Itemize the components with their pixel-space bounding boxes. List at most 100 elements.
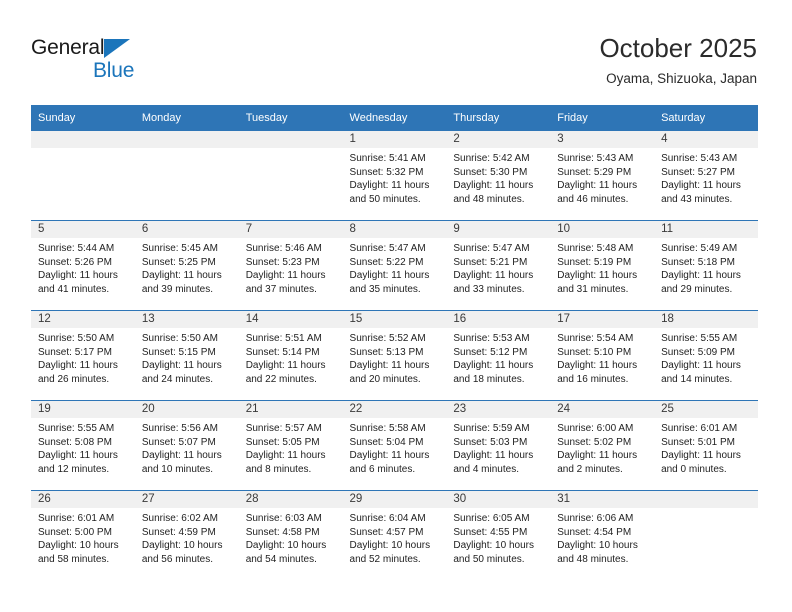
calendar-day-cell[interactable]: 12 Sunrise: 5:50 AM Sunset: 5:17 PM Dayligh… [31,310,135,401]
day-number: 1 [342,131,447,148]
calendar-day-cell-inner [238,131,343,220]
calendar-day-cell-inner: 14 Sunrise: 5:51 AM Sunset: 5:14 PM Dayligh… [238,311,343,400]
daylight-duration-line1: Daylight: 11 hours [453,450,534,462]
daylight-duration-line1: Daylight: 11 hours [661,180,741,192]
calendar-day-cell[interactable]: 3 Sunrise: 5:43 AM Sunset: 5:29 PM Daylight… [550,130,655,221]
sunrise-time: Sunrise: 5:56 AM [141,423,218,434]
calendar-day-cell[interactable]: 27 Sunrise: 6:02 AM Sunset: 4:59 PM Dayligh… [134,490,239,580]
daylight-duration-line1: Daylight: 11 hours [141,450,222,462]
sunset-time: Sunset: 5:13 PM [349,346,424,358]
calendar-week-row: 26 Sunrise: 6:01 AM Sunset: 5:00 PM Dayligh… [31,490,758,580]
calendar-day-cell[interactable]: 5 Sunrise: 5:44 AM Sunset: 5:26 PM Daylight… [31,220,135,311]
day-details: Sunrise: 5:47 AM Sunset: 5:21 PM Daylight:… [446,238,550,296]
daylight-duration-line2: and 50 minutes. [349,193,421,205]
calendar-day-cell[interactable]: 30 Sunrise: 6:05 AM Sunset: 4:55 PM Dayligh… [446,490,551,580]
sunset-time: Sunset: 5:03 PM [453,436,528,448]
weekday-header-wednesday: Wednesday [342,105,447,131]
daylight-duration-line2: and 22 minutes. [245,373,317,385]
calendar-day-cell[interactable]: 8 Sunrise: 5:47 AM Sunset: 5:22 PM Daylight… [342,220,447,311]
day-details: Sunrise: 5:47 AM Sunset: 5:22 PM Daylight:… [343,238,447,296]
sunset-time: Sunset: 5:25 PM [141,256,216,268]
calendar-day-cell-inner: 19 Sunrise: 5:55 AM Sunset: 5:08 PM Dayligh… [31,401,135,490]
calendar-day-cell[interactable]: 20 Sunrise: 5:56 AM Sunset: 5:07 PM Dayligh… [134,400,239,491]
sunset-time: Sunset: 5:21 PM [453,256,528,268]
day-details: Sunrise: 6:03 AM Sunset: 4:58 PM Daylight:… [239,508,343,566]
daylight-duration-line2: and 29 minutes. [661,283,733,295]
calendar-day-cell[interactable]: 7 Sunrise: 5:46 AM Sunset: 5:23 PM Daylight… [238,220,343,311]
sunset-time: Sunset: 5:23 PM [245,256,320,268]
sunrise-time: Sunrise: 6:01 AM [661,423,738,434]
calendar-day-cell[interactable]: 24 Sunrise: 6:00 AM Sunset: 5:02 PM Dayligh… [550,400,655,491]
daylight-duration-line2: and 8 minutes. [245,463,312,475]
sunset-time: Sunset: 5:15 PM [141,346,216,358]
calendar-day-cell[interactable]: 9 Sunrise: 5:47 AM Sunset: 5:21 PM Daylight… [446,220,551,311]
calendar-day-cell[interactable]: 2 Sunrise: 5:42 AM Sunset: 5:30 PM Daylight… [446,130,551,221]
calendar-day-cell[interactable]: 31 Sunrise: 6:06 AM Sunset: 4:54 PM Dayligh… [550,490,655,580]
day-number: 16 [446,311,551,328]
day-details: Sunrise: 5:49 AM Sunset: 5:18 PM Daylight:… [654,238,758,296]
calendar-day-cell[interactable]: 25 Sunrise: 6:01 AM Sunset: 5:01 PM Dayligh… [654,400,758,491]
calendar-day-cell[interactable]: 14 Sunrise: 5:51 AM Sunset: 5:14 PM Dayligh… [238,310,343,401]
sunset-time: Sunset: 5:14 PM [245,346,320,358]
daylight-duration-line2: and 35 minutes. [349,283,421,295]
daylight-duration-line1: Daylight: 11 hours [661,450,741,462]
daylight-duration-line2: and 39 minutes. [141,283,214,295]
weekday-header-thursday: Thursday [446,105,551,131]
calendar-day-cell-inner: 24 Sunrise: 6:00 AM Sunset: 5:02 PM Dayligh… [550,401,655,490]
day-details: Sunrise: 5:43 AM Sunset: 5:29 PM Daylight:… [550,148,654,206]
sunrise-time: Sunrise: 5:42 AM [453,153,530,164]
calendar-day-cell[interactable]: 1 Sunrise: 5:41 AM Sunset: 5:32 PM Daylight… [342,130,447,221]
sunset-time: Sunset: 4:57 PM [349,526,424,538]
calendar-day-cell[interactable]: 19 Sunrise: 5:55 AM Sunset: 5:08 PM Dayligh… [31,400,135,491]
calendar-day-cell-inner: 1 Sunrise: 5:41 AM Sunset: 5:32 PM Daylight… [342,131,447,220]
logo-triangle-icon [104,39,130,58]
calendar-body: 1 Sunrise: 5:41 AM Sunset: 5:32 PM Daylight… [31,130,758,580]
calendar-day-cell[interactable]: 10 Sunrise: 5:48 AM Sunset: 5:19 PM Dayligh… [550,220,655,311]
day-number: 21 [238,401,343,418]
calendar-day-cell[interactable]: 22 Sunrise: 5:58 AM Sunset: 5:04 PM Dayligh… [342,400,447,491]
calendar-day-cell[interactable]: 15 Sunrise: 5:52 AM Sunset: 5:13 PM Dayligh… [342,310,447,401]
day-details: Sunrise: 6:02 AM Sunset: 4:59 PM Daylight:… [135,508,239,566]
weekday-header-row: Sunday Monday Tuesday Wednesday Thursday… [31,105,758,131]
calendar-day-cell[interactable]: 26 Sunrise: 6:01 AM Sunset: 5:00 PM Dayligh… [31,490,135,580]
calendar-day-cell[interactable]: 23 Sunrise: 5:59 AM Sunset: 5:03 PM Dayligh… [446,400,551,491]
day-number: 2 [446,131,551,148]
day-number [654,491,758,508]
day-number: 4 [654,131,758,148]
calendar-day-cell[interactable]: 28 Sunrise: 6:03 AM Sunset: 4:58 PM Dayligh… [238,490,343,580]
calendar-day-cell-inner: 23 Sunrise: 5:59 AM Sunset: 5:03 PM Dayligh… [446,401,551,490]
weekday-header-sunday: Sunday [31,105,135,131]
calendar-day-cell-inner: 10 Sunrise: 5:48 AM Sunset: 5:19 PM Dayligh… [550,221,655,310]
sunset-time: Sunset: 5:01 PM [661,436,735,448]
calendar-day-cell[interactable]: 29 Sunrise: 6:04 AM Sunset: 4:57 PM Dayligh… [342,490,447,580]
day-details: Sunrise: 5:51 AM Sunset: 5:14 PM Daylight:… [239,328,343,386]
sunrise-time: Sunrise: 5:43 AM [557,153,634,164]
daylight-duration-line1: Daylight: 11 hours [245,450,326,462]
sunset-time: Sunset: 5:32 PM [349,166,424,178]
daylight-duration-line2: and 0 minutes. [661,463,727,475]
day-details: Sunrise: 5:54 AM Sunset: 5:10 PM Daylight:… [550,328,654,386]
calendar-day-cell[interactable]: 13 Sunrise: 5:50 AM Sunset: 5:15 PM Dayligh… [134,310,239,401]
title-block: October 2025 Oyama, Shizuoka, Japan [599,32,757,88]
day-details: Sunrise: 5:48 AM Sunset: 5:19 PM Daylight:… [550,238,654,296]
calendar-day-cell[interactable]: 21 Sunrise: 5:57 AM Sunset: 5:05 PM Dayligh… [238,400,343,491]
calendar-day-cell[interactable]: 17 Sunrise: 5:54 AM Sunset: 5:10 PM Dayligh… [550,310,655,401]
calendar-day-cell[interactable]: 6 Sunrise: 5:45 AM Sunset: 5:25 PM Daylight… [134,220,239,311]
day-details: Sunrise: 5:55 AM Sunset: 5:08 PM Daylight:… [31,418,135,476]
daylight-duration-line2: and 52 minutes. [349,553,421,565]
sunrise-time: Sunrise: 6:05 AM [453,513,530,524]
calendar-day-cell[interactable]: 18 Sunrise: 5:55 AM Sunset: 5:09 PM Dayligh… [654,310,758,401]
calendar-day-cell[interactable]: 11 Sunrise: 5:49 AM Sunset: 5:18 PM Dayligh… [654,220,758,311]
sunset-time: Sunset: 5:10 PM [557,346,632,358]
calendar-day-cell[interactable]: 16 Sunrise: 5:53 AM Sunset: 5:12 PM Dayligh… [446,310,551,401]
calendar-day-cell[interactable]: 4 Sunrise: 5:43 AM Sunset: 5:27 PM Daylight… [654,130,758,221]
daylight-duration-line1: Daylight: 10 hours [349,540,431,552]
day-details: Sunrise: 5:43 AM Sunset: 5:27 PM Daylight:… [654,148,758,206]
daylight-duration-line1: Daylight: 10 hours [141,540,223,552]
daylight-duration-line1: Daylight: 11 hours [661,270,741,282]
daylight-duration-line2: and 50 minutes. [453,553,525,565]
day-number: 8 [342,221,447,238]
day-details: Sunrise: 6:01 AM Sunset: 5:00 PM Daylight:… [31,508,135,566]
daylight-duration-line1: Daylight: 11 hours [349,360,430,372]
day-details: Sunrise: 5:52 AM Sunset: 5:13 PM Daylight:… [343,328,447,386]
